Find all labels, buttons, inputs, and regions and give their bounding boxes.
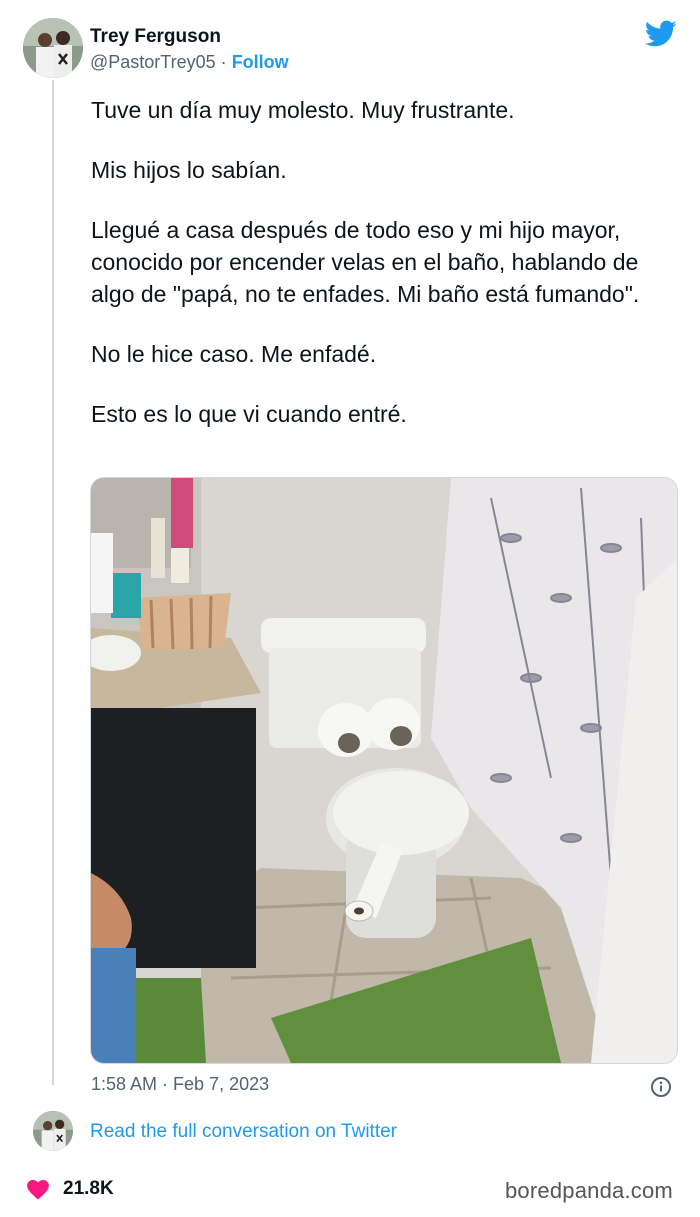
info-icon[interactable] [650, 1076, 672, 1098]
tweet-timestamp[interactable]: 1:58 AM · Feb 7, 2023 [91, 1074, 269, 1095]
author-handle[interactable]: @PastorTrey05 [90, 52, 216, 72]
heart-icon[interactable] [27, 1180, 49, 1200]
author-avatar[interactable] [23, 18, 83, 78]
tweet-text: Tuve un día muy molesto. Muy frustrante.… [91, 94, 671, 458]
tweet-paragraph: No le hice caso. Me enfadé. [91, 341, 377, 367]
tweet-paragraph: Tuve un día muy molesto. Muy frustrante. [91, 97, 515, 123]
like-count: 21.8K [63, 1178, 114, 1199]
twitter-bird-icon[interactable] [645, 20, 677, 48]
tweet-paragraph: Mis hijos lo sabían. [91, 157, 287, 183]
author-avatar-small[interactable] [33, 1111, 73, 1151]
thread-line [52, 80, 54, 1085]
read-conversation-link[interactable]: Read the full conversation on Twitter [90, 1121, 397, 1143]
separator-dot: · [220, 52, 227, 72]
tweet-photo[interactable] [90, 477, 678, 1064]
follow-button[interactable]: Follow [232, 52, 289, 72]
tweet-paragraph: Esto es lo que vi cuando entré. [91, 401, 407, 427]
author-name[interactable]: Trey Ferguson [90, 26, 221, 48]
tweet-paragraph: Llegué a casa después de todo eso y mi h… [91, 217, 640, 307]
author-handle-row: @PastorTrey05 · Follow [90, 52, 289, 73]
source-watermark: boredpanda.com [505, 1178, 673, 1203]
